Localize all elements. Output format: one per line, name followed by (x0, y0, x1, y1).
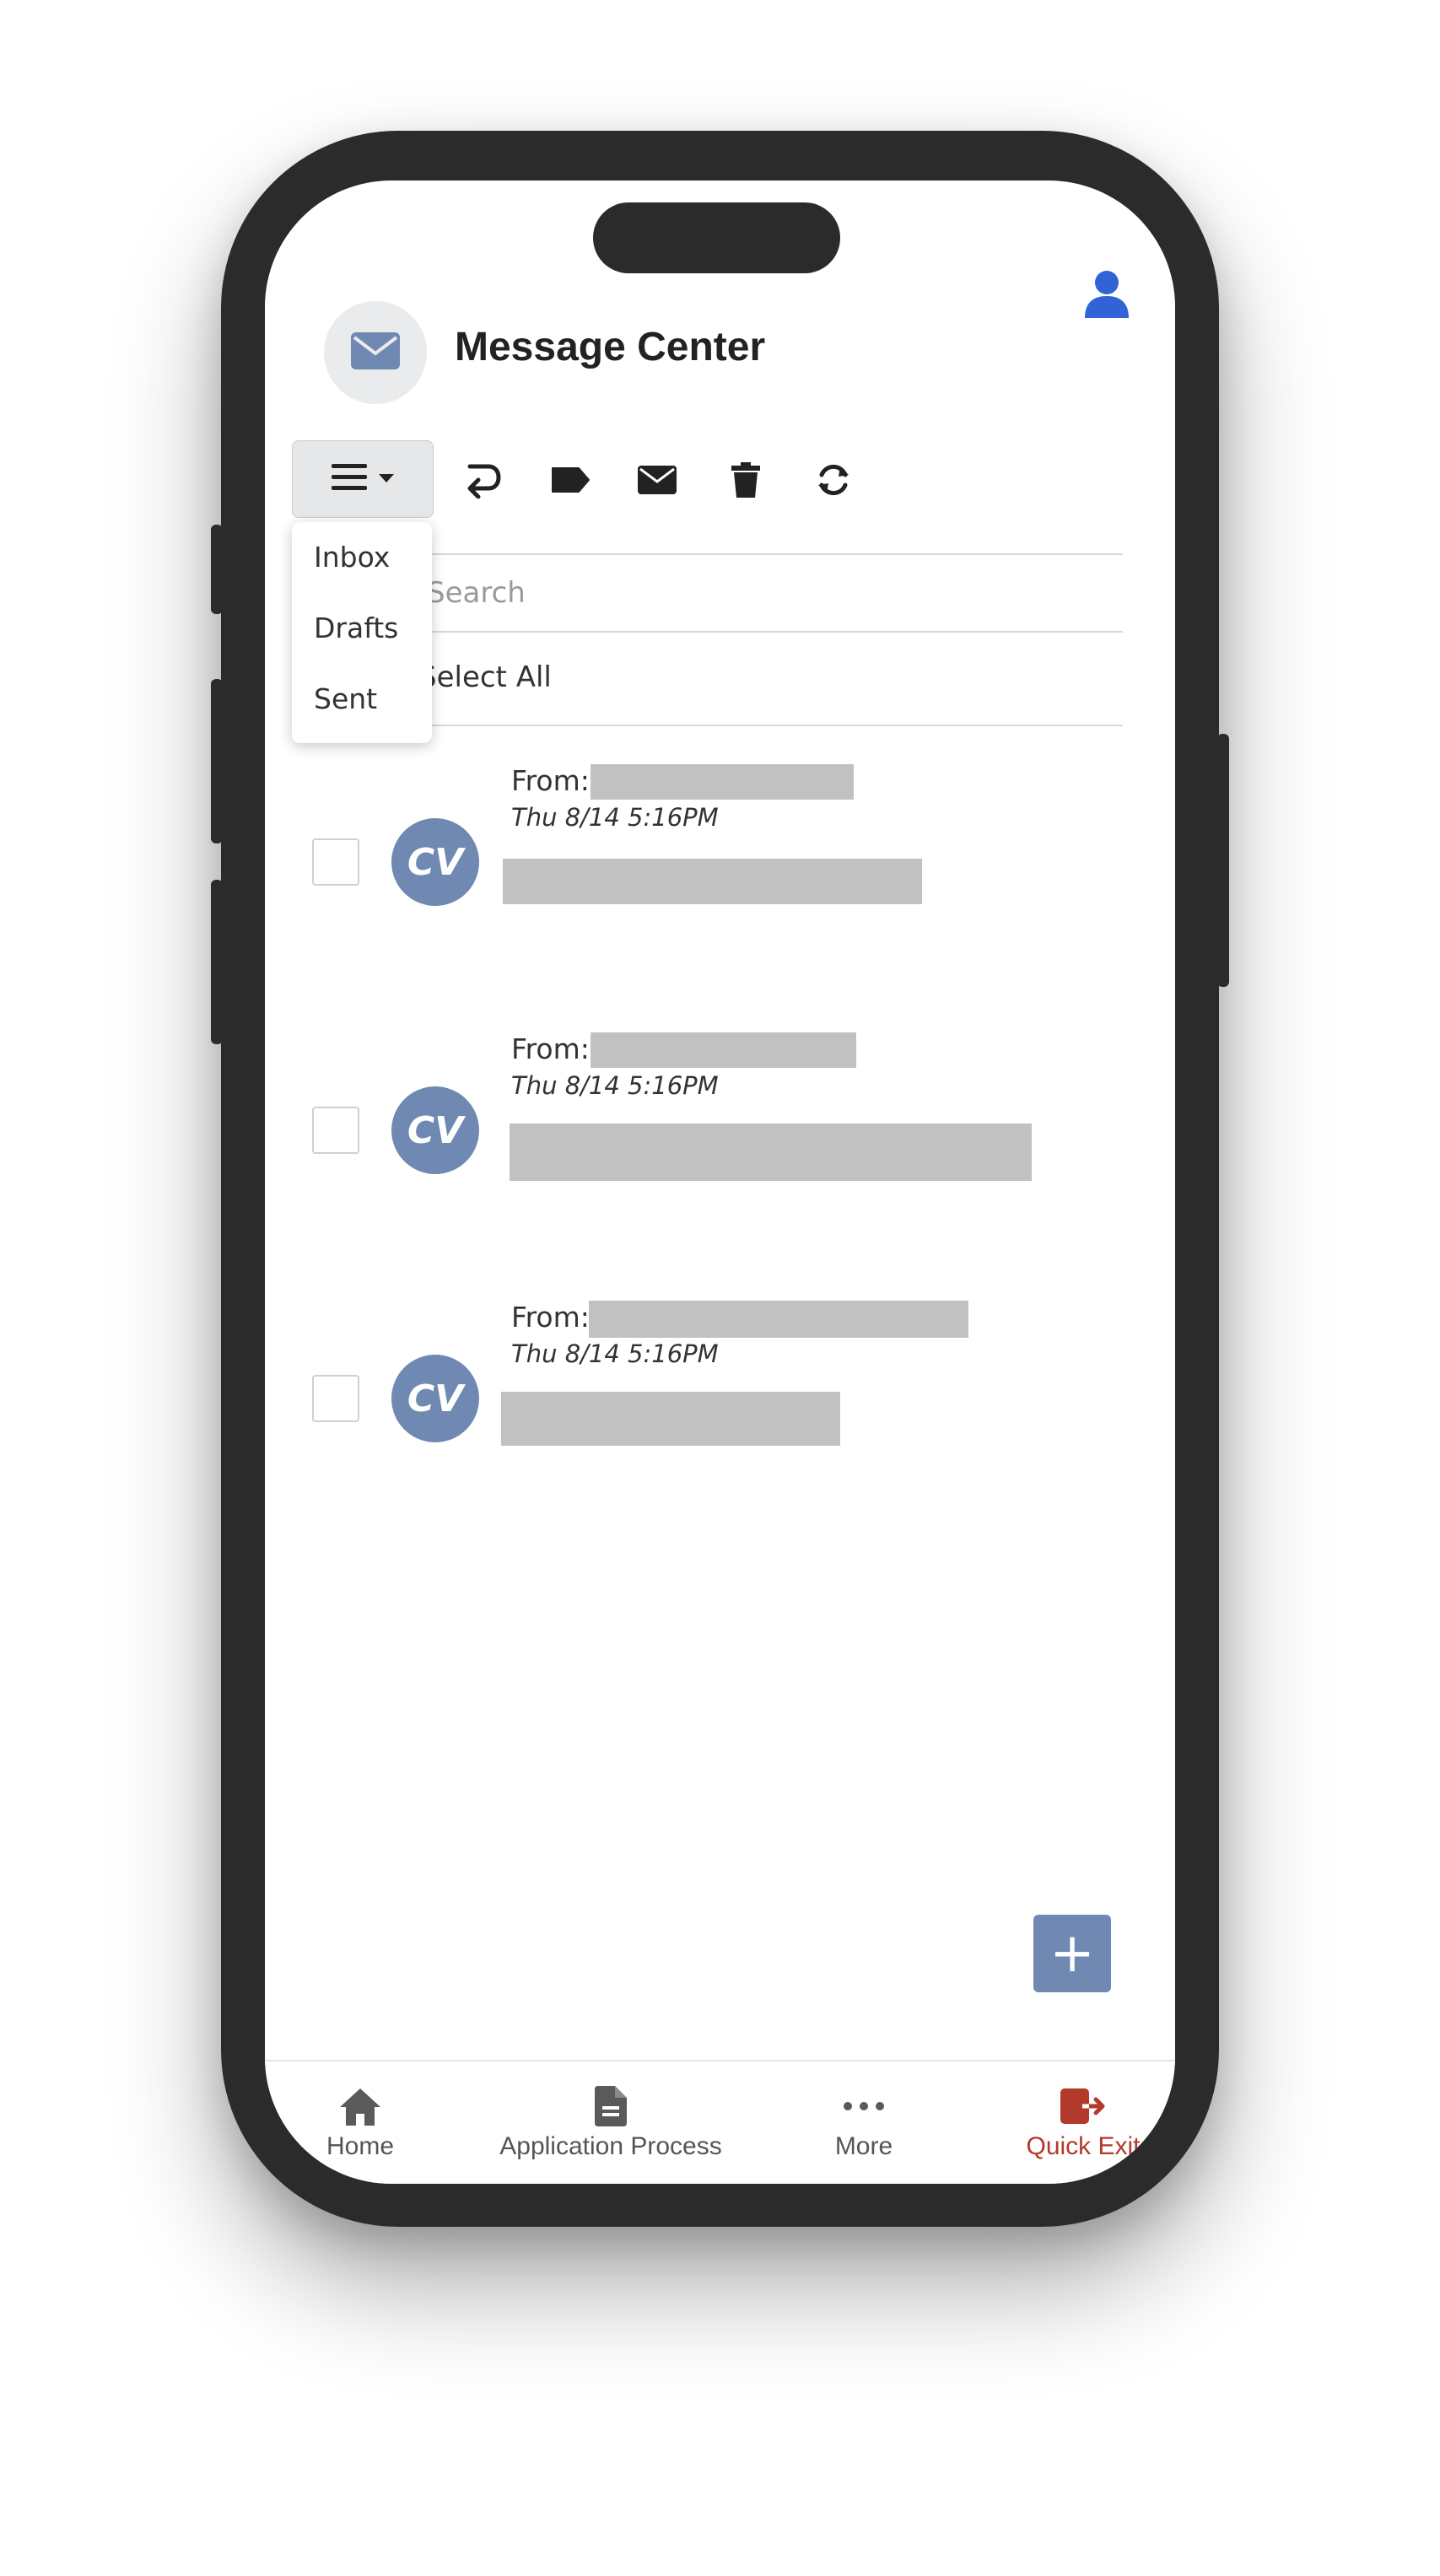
phone-notch (593, 202, 840, 273)
page-title: Message Center (455, 325, 766, 369)
nav-label: Home (326, 2132, 395, 2160)
exit-icon (1007, 2085, 1159, 2127)
from-label: From: (511, 764, 590, 797)
nav-item-quick-exit[interactable]: Quick Exit (1007, 2085, 1159, 2161)
redacted-subject (510, 1124, 1032, 1181)
message-checkbox[interactable] (312, 1107, 359, 1154)
redacted-subject (501, 1392, 840, 1446)
home-icon (314, 2085, 407, 2127)
message-list-item[interactable]: CV From: Thu 8/14 5:16PM (265, 754, 1175, 999)
redacted-sender (591, 1032, 856, 1068)
tag-icon[interactable] (549, 459, 591, 501)
nav-label: More (834, 2132, 893, 2160)
dropdown-item-inbox[interactable]: Inbox (314, 541, 390, 574)
from-label: From: (511, 1301, 590, 1334)
message-checkbox[interactable] (312, 838, 359, 886)
reply-icon[interactable] (461, 459, 504, 501)
document-icon (484, 2085, 737, 2127)
nav-label: Quick Exit (1026, 2132, 1141, 2160)
phone-mute-switch (211, 525, 223, 614)
dropdown-item-drafts[interactable]: Drafts (314, 612, 398, 644)
message-list-item[interactable]: CV From: Thu 8/14 5:16PM (265, 1291, 1175, 1535)
from-label: From: (511, 1032, 590, 1065)
folder-menu-button[interactable] (292, 440, 434, 518)
folder-dropdown-menu: Inbox Drafts Sent (292, 522, 432, 743)
message-date: Thu 8/14 5:16PM (511, 1339, 719, 1368)
profile-icon[interactable] (1081, 269, 1132, 320)
message-date: Thu 8/14 5:16PM (511, 803, 719, 832)
message-list-item[interactable]: CV From: Thu 8/14 5:16PM (265, 1022, 1175, 1267)
dropdown-item-sent[interactable]: Sent (314, 682, 377, 715)
phone-screen: Message Center Search Select All Inbox D… (265, 181, 1175, 2184)
more-icon (822, 2085, 906, 2127)
hamburger-icon (332, 463, 367, 496)
message-checkbox[interactable] (312, 1375, 359, 1422)
message-date: Thu 8/14 5:16PM (511, 1071, 719, 1100)
phone-volume-down (211, 880, 223, 1044)
nav-item-more[interactable]: More (822, 2085, 906, 2161)
phone-power-button (1217, 734, 1229, 987)
phone-volume-up (211, 679, 223, 843)
trash-icon[interactable] (725, 459, 767, 501)
mark-read-envelope-icon[interactable] (636, 459, 678, 501)
select-all-label[interactable]: Select All (418, 660, 1175, 694)
redacted-subject (503, 859, 922, 904)
envelope-icon (351, 331, 400, 374)
refresh-icon[interactable] (812, 459, 855, 501)
nav-label: Application Process (499, 2132, 722, 2160)
redacted-sender (589, 1301, 968, 1338)
sender-avatar: CV (391, 1355, 479, 1442)
redacted-sender (591, 764, 854, 800)
compose-button[interactable]: + (1033, 1915, 1111, 1992)
bottom-navigation: Home Application Process More Quick Exit (265, 2060, 1175, 2184)
sender-avatar: CV (391, 1086, 479, 1174)
sender-avatar: CV (391, 818, 479, 906)
caret-down-icon (379, 472, 394, 487)
message-center-badge (324, 301, 427, 404)
nav-item-application-process[interactable]: Application Process (484, 2085, 737, 2161)
nav-item-home[interactable]: Home (314, 2085, 407, 2161)
